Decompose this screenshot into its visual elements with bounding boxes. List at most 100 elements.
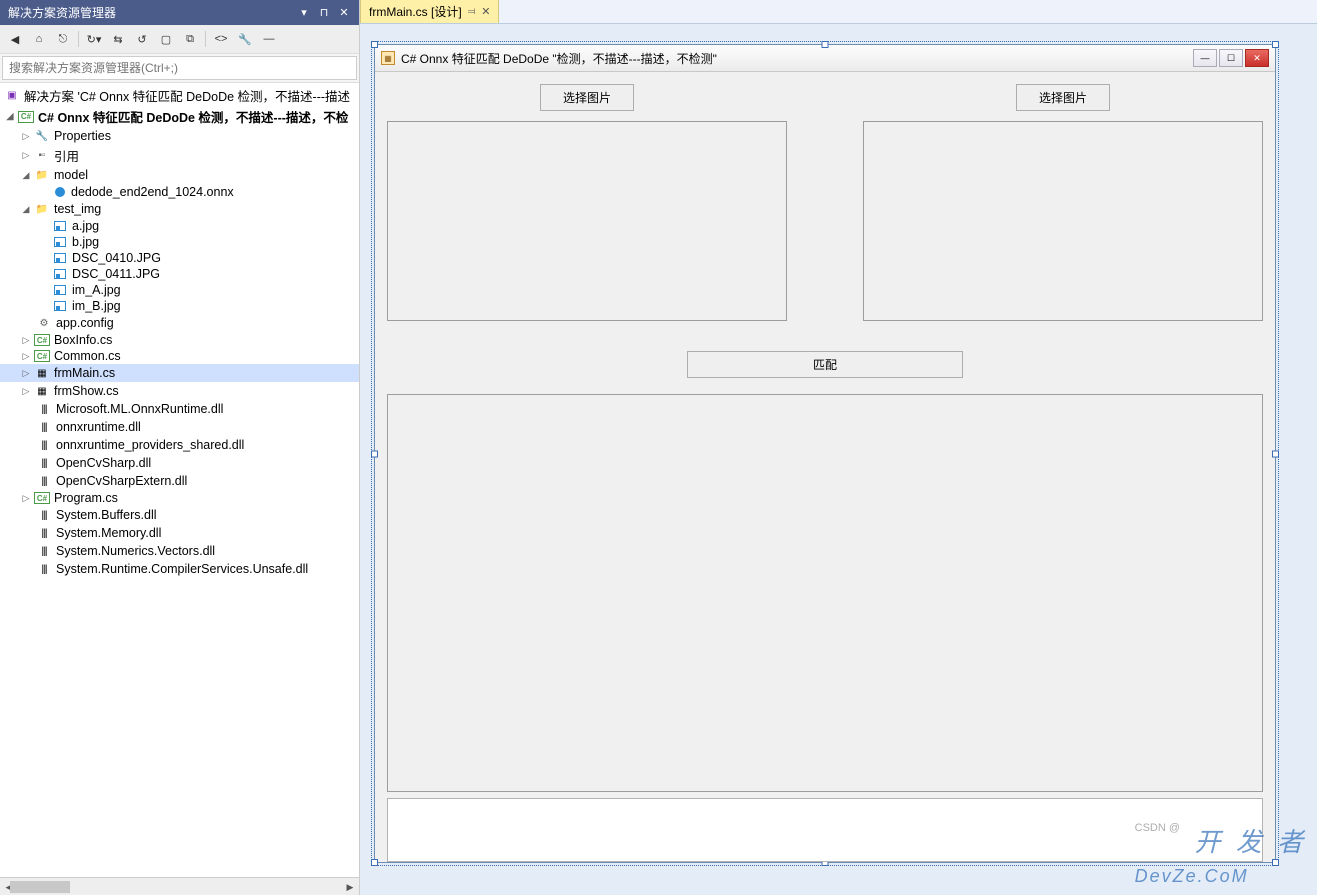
image-icon xyxy=(54,253,66,263)
image-icon xyxy=(54,269,66,279)
match-button[interactable]: 匹配 xyxy=(687,351,963,378)
wrench-icon: 🔧 xyxy=(34,128,50,144)
doc-icon[interactable]: ▢ xyxy=(155,28,177,50)
document-tabbar: frmMain.cs [设计] ⫤ ✕ xyxy=(360,0,1317,24)
file-image[interactable]: im_A.jpg xyxy=(0,282,359,298)
design-surface[interactable]: ▦ C# Onnx 特征匹配 DeDoDe "检测，不描述---描述，不检测" … xyxy=(360,24,1317,895)
file-dll[interactable]: |||onnxruntime_providers_shared.dll xyxy=(0,436,359,454)
file-image[interactable]: im_B.jpg xyxy=(0,298,359,314)
cs-icon: C# xyxy=(34,350,50,362)
solution-tree[interactable]: ▣ 解决方案 'C# Onnx 特征匹配 DeDoDe 检测，不描述---描述 … xyxy=(0,83,359,877)
search-input[interactable] xyxy=(2,56,357,80)
expander-icon[interactable]: ◢ xyxy=(20,203,32,215)
dll-icon: ||| xyxy=(36,473,52,489)
output-textbox[interactable] xyxy=(387,798,1263,862)
copy-icon[interactable]: ⧉ xyxy=(179,28,201,50)
expander-icon[interactable]: ◢ xyxy=(4,111,16,123)
dll-icon: ||| xyxy=(36,437,52,453)
file-dll[interactable]: |||OpenCvSharp.dll xyxy=(0,454,359,472)
form-body: 选择图片 选择图片 匹配 xyxy=(375,72,1275,862)
app-icon: ▦ xyxy=(381,51,395,65)
folder-icon: 📁 xyxy=(34,201,50,217)
expander-icon[interactable]: ▷ xyxy=(20,492,32,504)
file-dll[interactable]: |||System.Buffers.dll xyxy=(0,506,359,524)
image-icon xyxy=(54,221,66,231)
file-onnx[interactable]: dedode_end2end_1024.onnx xyxy=(0,184,359,200)
file-cs[interactable]: ▷C#Common.cs xyxy=(0,348,359,364)
file-image[interactable]: DSC_0410.JPG xyxy=(0,250,359,266)
panel-title-text: 解决方案资源管理器 xyxy=(8,4,116,21)
refresh-icon[interactable]: ↻▾ xyxy=(83,28,105,50)
winform-frmmain[interactable]: ▦ C# Onnx 特征匹配 DeDoDe "检测，不描述---描述，不检测" … xyxy=(374,44,1276,863)
references-node[interactable]: ▷ ▪▫ 引用 xyxy=(0,145,359,166)
wrench-icon[interactable]: 🔧 xyxy=(234,28,256,50)
dll-icon: ||| xyxy=(36,507,52,523)
expander-icon[interactable]: ▷ xyxy=(20,334,32,346)
file-frmmain[interactable]: ▷▦frmMain.cs xyxy=(0,364,359,382)
show-all-icon[interactable]: ↺ xyxy=(131,28,153,50)
solution-icon: ▣ xyxy=(4,88,20,104)
file-cs[interactable]: ▷C#Program.cs xyxy=(0,490,359,506)
file-dll[interactable]: |||System.Numerics.Vectors.dll xyxy=(0,542,359,560)
scroll-right-icon[interactable]: ▶ xyxy=(341,878,359,896)
expander-icon[interactable]: ▷ xyxy=(20,150,32,162)
dll-icon: ||| xyxy=(36,561,52,577)
collapse-icon[interactable]: ⇆ xyxy=(107,28,129,50)
file-dll[interactable]: |||System.Memory.dll xyxy=(0,524,359,542)
horizontal-scrollbar[interactable]: ◀ ▶ xyxy=(0,877,359,895)
resize-handle[interactable] xyxy=(822,41,829,48)
resize-handle[interactable] xyxy=(1272,41,1279,48)
close-icon[interactable]: ✕ xyxy=(337,6,351,20)
file-dll[interactable]: |||onnxruntime.dll xyxy=(0,418,359,436)
more-icon[interactable]: — xyxy=(258,28,280,50)
expander-icon[interactable]: ▷ xyxy=(20,130,32,142)
dropdown-icon[interactable]: ▾ xyxy=(297,6,311,20)
home-icon[interactable]: ⌂ xyxy=(28,28,50,50)
file-dll[interactable]: |||Microsoft.ML.OnnxRuntime.dll xyxy=(0,400,359,418)
folder-model[interactable]: ◢ 📁 model xyxy=(0,166,359,184)
picturebox-right[interactable] xyxy=(863,121,1263,321)
expander-icon[interactable]: ▷ xyxy=(20,367,32,379)
picturebox-left[interactable] xyxy=(387,121,787,321)
form-titlebar: ▦ C# Onnx 特征匹配 DeDoDe "检测，不描述---描述，不检测" … xyxy=(375,45,1275,72)
picturebox-result[interactable] xyxy=(387,394,1263,792)
form-icon: ▦ xyxy=(34,383,50,399)
back-icon[interactable]: ◀ xyxy=(4,28,26,50)
sync-icon[interactable]: ⎋ xyxy=(52,28,74,50)
properties-node[interactable]: ▷ 🔧 Properties xyxy=(0,127,359,145)
tab-frmmain-design[interactable]: frmMain.cs [设计] ⫤ ✕ xyxy=(360,0,499,23)
panel-title-bar: 解决方案资源管理器 ▾ ⊓ ✕ xyxy=(0,0,359,25)
file-dll[interactable]: |||OpenCvSharpExtern.dll xyxy=(0,472,359,490)
close-icon[interactable]: ✕ xyxy=(481,5,490,18)
close-button[interactable]: ✕ xyxy=(1245,49,1269,67)
file-image[interactable]: DSC_0411.JPG xyxy=(0,266,359,282)
folder-test-img[interactable]: ◢ 📁 test_img xyxy=(0,200,359,218)
select-image-left-button[interactable]: 选择图片 xyxy=(540,84,634,111)
minimize-button[interactable]: — xyxy=(1193,49,1217,67)
expander-icon[interactable]: ▷ xyxy=(20,385,32,397)
solution-explorer: 解决方案资源管理器 ▾ ⊓ ✕ ◀ ⌂ ⎋ ↻▾ ⇆ ↺ ▢ ⧉ <> 🔧 — xyxy=(0,0,360,895)
file-frmshow[interactable]: ▷▦frmShow.cs xyxy=(0,382,359,400)
pin-icon[interactable]: ⫤ xyxy=(468,6,476,17)
blob-icon xyxy=(55,187,65,197)
expander-icon[interactable]: ◢ xyxy=(20,169,32,181)
scroll-thumb[interactable] xyxy=(10,881,70,893)
select-image-right-button[interactable]: 选择图片 xyxy=(1016,84,1110,111)
cs-icon: C# xyxy=(34,334,50,346)
file-dll[interactable]: |||System.Runtime.CompilerServices.Unsaf… xyxy=(0,560,359,578)
pin-icon[interactable]: ⊓ xyxy=(317,6,331,20)
dll-icon: ||| xyxy=(36,455,52,471)
file-cs[interactable]: ▷C#BoxInfo.cs xyxy=(0,332,359,348)
explorer-toolbar: ◀ ⌂ ⎋ ↻▾ ⇆ ↺ ▢ ⧉ <> 🔧 — xyxy=(0,25,359,54)
solution-node[interactable]: ▣ 解决方案 'C# Onnx 特征匹配 DeDoDe 检测，不描述---描述 xyxy=(0,85,359,106)
file-image[interactable]: b.jpg xyxy=(0,234,359,250)
code-icon[interactable]: <> xyxy=(210,28,232,50)
resize-handle[interactable] xyxy=(371,41,378,48)
project-node[interactable]: ◢ C# C# Onnx 特征匹配 DeDoDe 检测，不描述---描述，不检 xyxy=(0,106,359,127)
dll-icon: ||| xyxy=(36,401,52,417)
form-title-text: C# Onnx 特征匹配 DeDoDe "检测，不描述---描述，不检测" xyxy=(401,50,717,67)
file-appconfig[interactable]: ⚙app.config xyxy=(0,314,359,332)
maximize-button[interactable]: ☐ xyxy=(1219,49,1243,67)
expander-icon[interactable]: ▷ xyxy=(20,350,32,362)
file-image[interactable]: a.jpg xyxy=(0,218,359,234)
